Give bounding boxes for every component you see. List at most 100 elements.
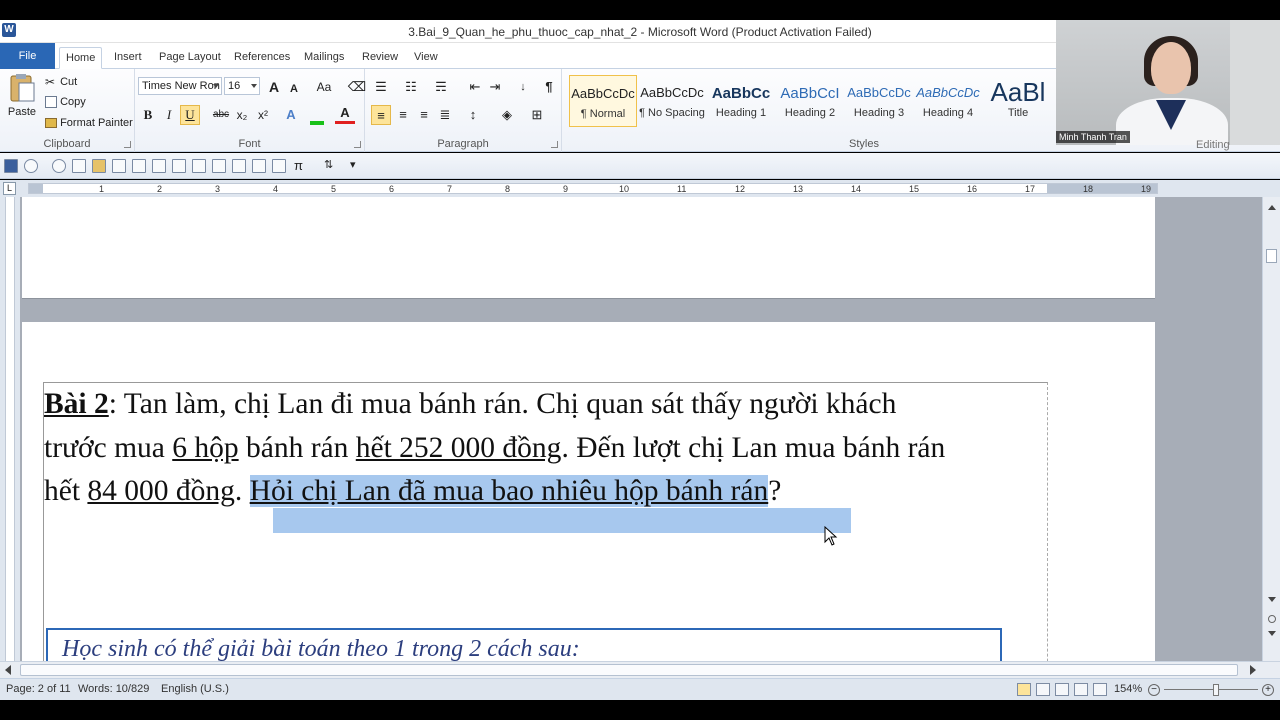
merge-cells-icon[interactable] bbox=[252, 159, 266, 173]
insert-table-icon[interactable] bbox=[212, 159, 226, 173]
table-icon[interactable] bbox=[132, 159, 146, 173]
table-borders-icon[interactable] bbox=[272, 159, 286, 173]
tab-insert[interactable]: Insert bbox=[108, 47, 148, 69]
redo-icon[interactable] bbox=[52, 159, 66, 173]
style-no-spacing[interactable]: AaBbCcDc ¶ No Spacing bbox=[638, 75, 706, 127]
superscript-button[interactable]: x² bbox=[253, 105, 273, 125]
scroll-right-icon[interactable] bbox=[1250, 665, 1256, 675]
increase-indent-icon[interactable]: ⇥ bbox=[485, 77, 505, 97]
equation-icon[interactable]: π bbox=[294, 158, 303, 173]
underline-button[interactable]: U bbox=[180, 105, 200, 125]
tab-review[interactable]: Review bbox=[356, 47, 404, 69]
page-2[interactable]: Bài 2: Tan làm, chị Lan đi mua bánh rán.… bbox=[22, 322, 1155, 661]
multilevel-list-icon[interactable]: ☴ bbox=[431, 77, 451, 97]
ruler-strip[interactable]: 1 2 3 4 5 6 7 8 9 10 11 12 13 14 15 16 1… bbox=[28, 183, 1158, 194]
style-heading-3[interactable]: AaBbCcDc Heading 3 bbox=[845, 75, 913, 127]
selected-question[interactable]: Hỏi chị Lan đã mua bao nhiêu hộp bánh rá… bbox=[249, 475, 769, 507]
grow-font-button[interactable]: A bbox=[264, 77, 284, 97]
shrink-font-button[interactable]: A bbox=[284, 79, 304, 99]
split-cells-icon[interactable] bbox=[232, 159, 246, 173]
strikethrough-button[interactable]: abc bbox=[211, 105, 231, 125]
cut-button[interactable]: ✂ Cut bbox=[45, 75, 77, 89]
customize-qat-icon[interactable]: ▾ bbox=[350, 158, 356, 171]
undo-icon[interactable] bbox=[24, 159, 38, 173]
paste-button[interactable]: Paste bbox=[6, 73, 38, 118]
numbering-icon[interactable]: ☷ bbox=[401, 77, 421, 97]
align-center-icon[interactable]: ≡ bbox=[393, 105, 413, 125]
text-effects-icon[interactable]: A bbox=[281, 105, 301, 125]
style-heading-2[interactable]: AaBbCcI Heading 2 bbox=[776, 75, 844, 127]
draft-view-icon[interactable] bbox=[1093, 683, 1107, 696]
highlight-color-icon[interactable] bbox=[307, 105, 327, 125]
horizontal-scroll-thumb[interactable] bbox=[20, 664, 1238, 676]
sort-icon[interactable]: ↓ bbox=[513, 77, 533, 97]
clipboard-launcher-icon[interactable] bbox=[124, 141, 131, 148]
scroll-left-icon[interactable] bbox=[5, 665, 11, 675]
word-count[interactable]: Words: 10/829 bbox=[78, 683, 149, 695]
zoom-slider-thumb[interactable] bbox=[1213, 684, 1219, 696]
language-indicator[interactable]: English (U.S.) bbox=[161, 683, 229, 695]
tab-home[interactable]: Home bbox=[59, 47, 103, 69]
style-heading-4[interactable]: AaBbCcDc Heading 4 bbox=[914, 75, 982, 127]
font-name-combo[interactable]: Times New Ron bbox=[138, 77, 222, 95]
align-left-icon[interactable]: ≡ bbox=[371, 105, 391, 125]
zoom-level[interactable]: 154% bbox=[1114, 683, 1142, 695]
table-row-icon[interactable] bbox=[152, 159, 166, 173]
exercise-paragraph[interactable]: Bài 2: Tan làm, chị Lan đi mua bánh rán.… bbox=[44, 383, 1048, 514]
align-right-icon[interactable]: ≡ bbox=[414, 105, 434, 125]
scroll-up-icon[interactable] bbox=[1268, 205, 1276, 210]
tab-file[interactable]: File bbox=[0, 43, 55, 69]
outline-view-icon[interactable] bbox=[1074, 683, 1088, 696]
style-heading-1[interactable]: AaBbCc Heading 1 bbox=[707, 75, 775, 127]
italic-button[interactable]: I bbox=[159, 105, 179, 125]
bold-button[interactable]: B bbox=[138, 105, 158, 125]
save-icon[interactable] bbox=[4, 159, 18, 173]
tab-page-layout[interactable]: Page Layout bbox=[153, 47, 227, 69]
vertical-scrollbar[interactable] bbox=[1262, 197, 1280, 661]
line-spacing-icon[interactable]: ↕ bbox=[463, 105, 483, 125]
vertical-ruler-strip[interactable] bbox=[5, 197, 15, 661]
change-case-button[interactable]: Aa bbox=[311, 77, 337, 97]
font-size-combo[interactable]: 16 bbox=[224, 77, 260, 95]
bullets-icon[interactable]: ☰ bbox=[371, 77, 391, 97]
print-layout-view-icon[interactable] bbox=[1017, 683, 1031, 696]
font-color-icon[interactable]: A bbox=[335, 105, 355, 124]
tab-mailings[interactable]: Mailings bbox=[298, 47, 350, 69]
style-title[interactable]: AaBl Title bbox=[984, 75, 1052, 127]
decrease-indent-icon[interactable]: ⇤ bbox=[465, 77, 485, 97]
table-col-icon[interactable] bbox=[192, 159, 206, 173]
full-screen-reading-icon[interactable] bbox=[1036, 683, 1050, 696]
document-canvas[interactable]: Bài 2: Tan làm, chị Lan đi mua bánh rán.… bbox=[0, 197, 1262, 661]
browse-object-icon[interactable] bbox=[1268, 615, 1276, 623]
web-layout-icon[interactable] bbox=[1055, 683, 1069, 696]
justify-icon[interactable]: ≣ bbox=[435, 105, 455, 125]
style-normal[interactable]: AaBbCcDc ¶ Normal bbox=[569, 75, 637, 127]
text-frame[interactable]: Bài 2: Tan làm, chị Lan đi mua bánh rán.… bbox=[43, 382, 1048, 661]
paragraph-launcher-icon[interactable] bbox=[551, 141, 558, 148]
print-preview-icon[interactable] bbox=[112, 159, 126, 173]
next-page-icon[interactable] bbox=[1268, 631, 1276, 636]
scroll-thumb[interactable] bbox=[1266, 249, 1277, 263]
clear-formatting-icon[interactable]: ⌫ bbox=[347, 77, 367, 97]
subscript-button[interactable]: x₂ bbox=[232, 105, 252, 125]
copy-button[interactable]: Copy bbox=[45, 96, 86, 109]
tab-view[interactable]: View bbox=[408, 47, 444, 69]
page-count[interactable]: Page: 2 of 11 bbox=[6, 683, 71, 695]
pilcrow-icon[interactable]: ¶ bbox=[539, 77, 559, 97]
format-painter-button[interactable]: Format Painter bbox=[45, 117, 133, 129]
horizontal-scrollbar[interactable] bbox=[0, 661, 1280, 678]
new-document-icon[interactable] bbox=[72, 159, 86, 173]
tab-references[interactable]: References bbox=[228, 47, 296, 69]
tab-stop-selector[interactable]: L bbox=[3, 182, 16, 195]
scroll-down-icon[interactable] bbox=[1268, 597, 1276, 602]
page-1-bottom[interactable] bbox=[22, 197, 1155, 299]
zoom-out-icon[interactable]: − bbox=[1148, 684, 1160, 696]
table-row-below-icon[interactable] bbox=[172, 159, 186, 173]
open-folder-icon[interactable] bbox=[92, 159, 106, 173]
zoom-slider[interactable] bbox=[1164, 689, 1258, 690]
zoom-in-icon[interactable]: + bbox=[1262, 684, 1274, 696]
borders-icon[interactable]: ⊞ bbox=[527, 105, 547, 125]
font-launcher-icon[interactable] bbox=[354, 141, 361, 148]
shading-icon[interactable]: ◈ bbox=[497, 105, 517, 125]
text-direction-icon[interactable]: ⇅ bbox=[324, 158, 333, 171]
